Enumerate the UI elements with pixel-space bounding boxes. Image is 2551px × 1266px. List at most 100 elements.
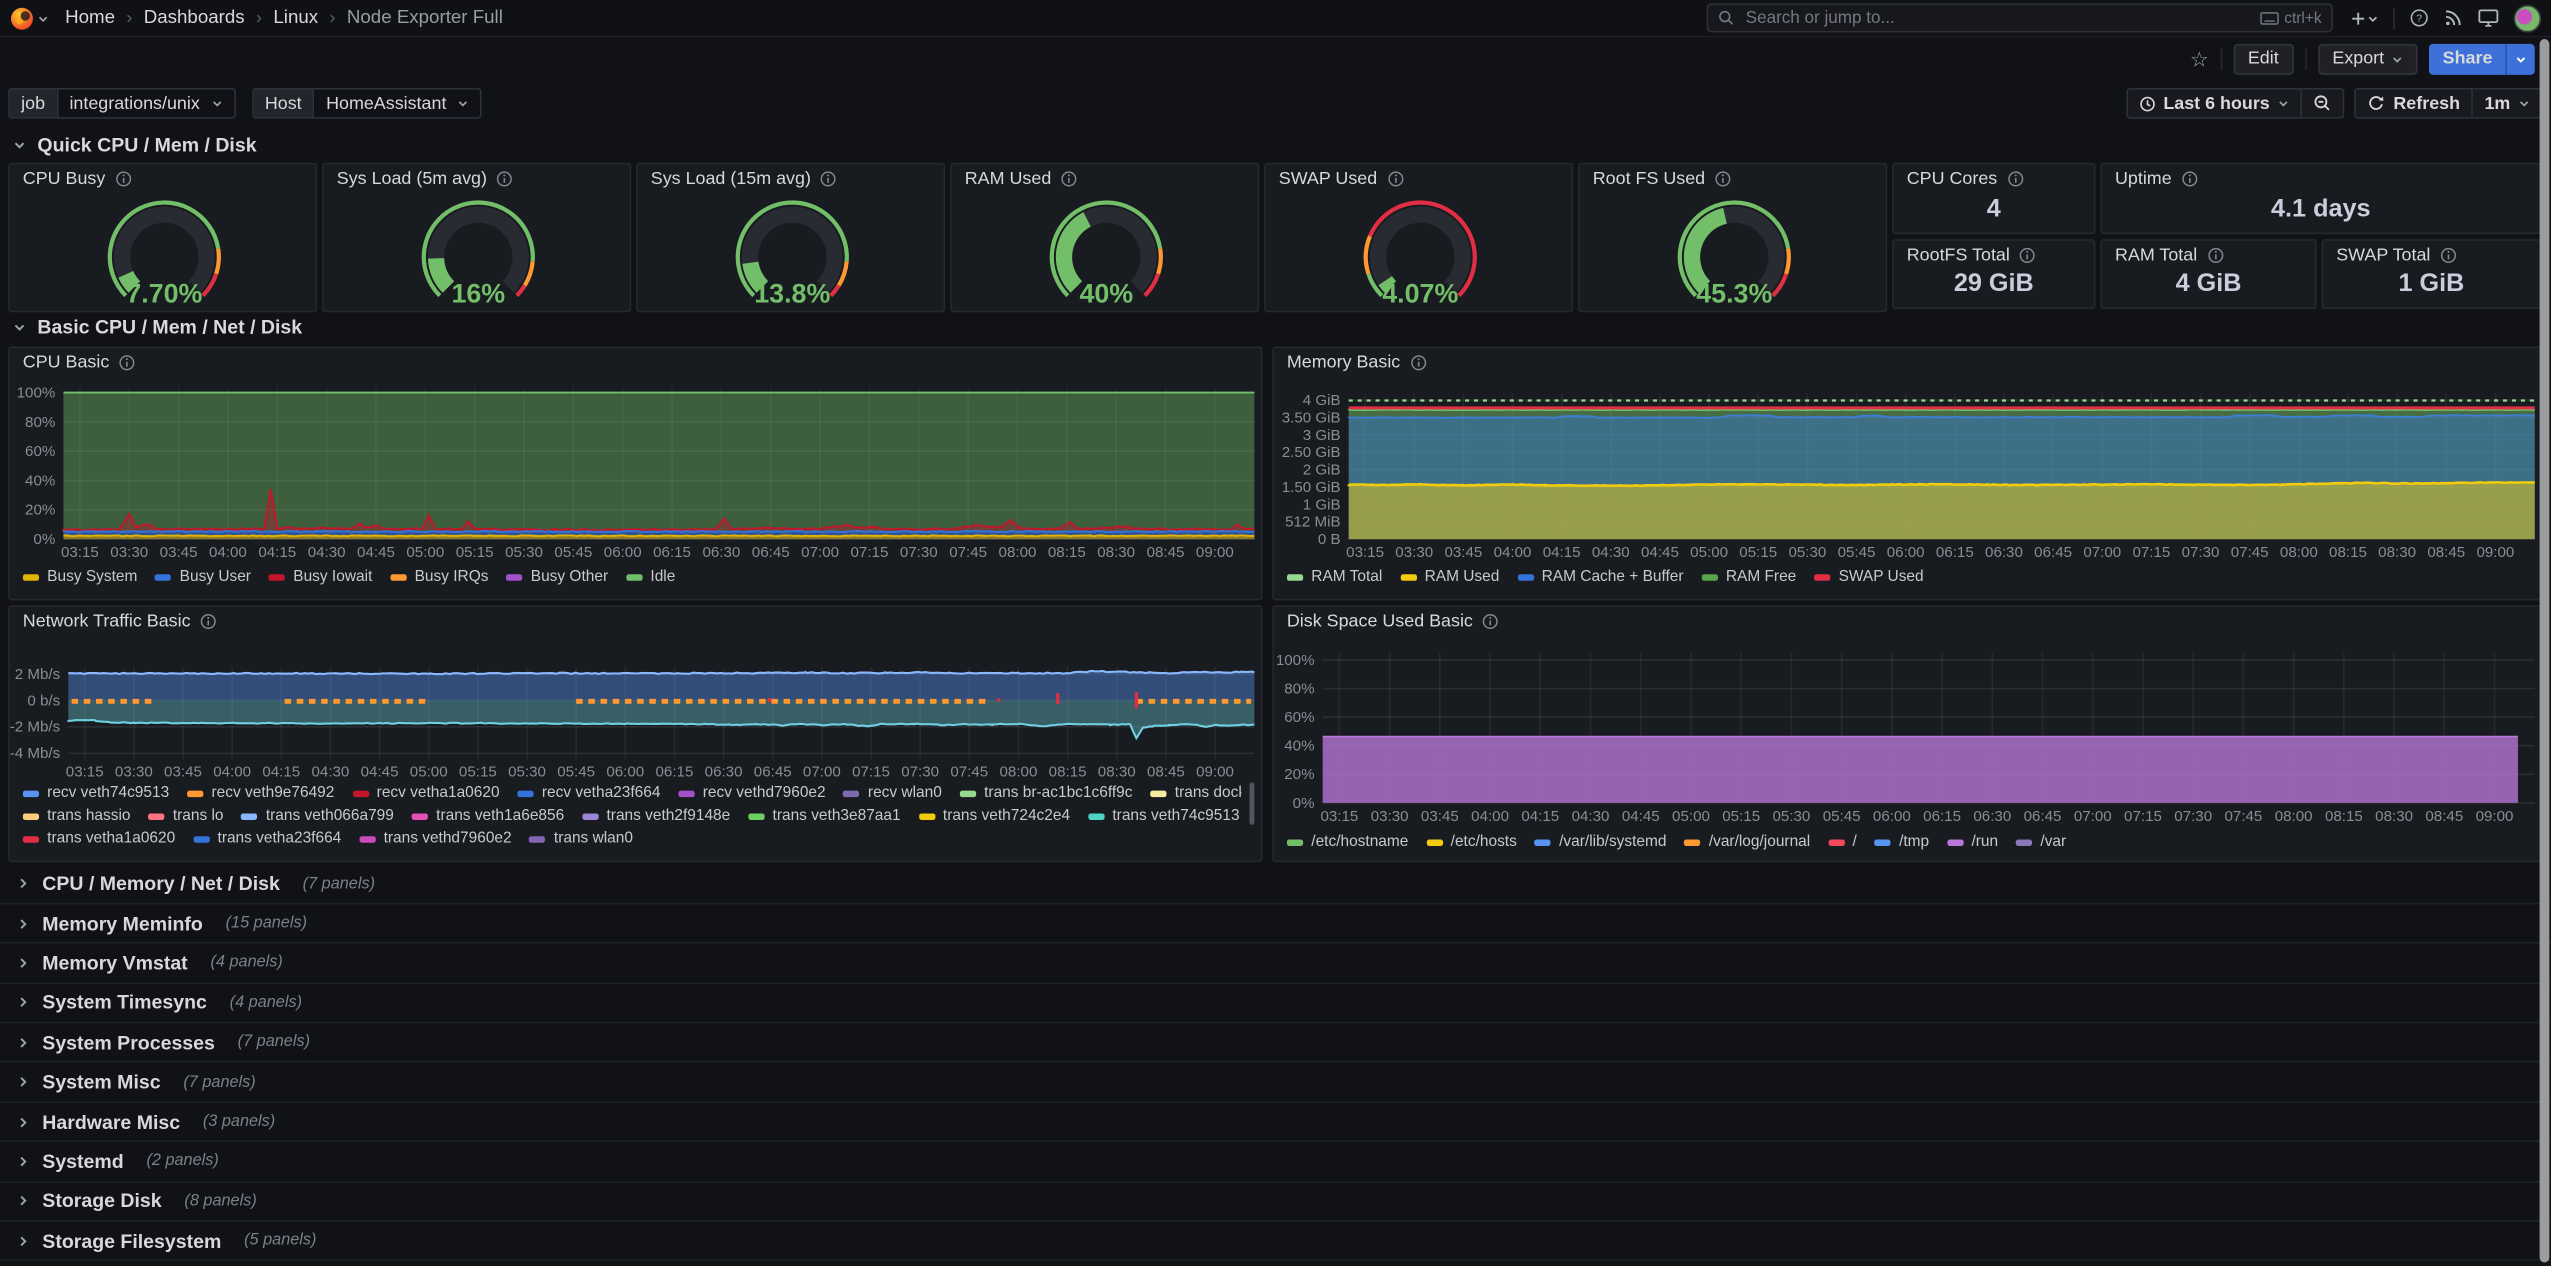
info-icon[interactable] xyxy=(119,355,135,371)
legend-item[interactable]: RAM Total xyxy=(1287,566,1382,588)
share-button[interactable]: Share xyxy=(2430,43,2506,74)
variable-value-dropdown[interactable]: HomeAssistant xyxy=(313,88,482,119)
time-range-picker[interactable]: Last 6 hours xyxy=(2126,88,2302,119)
export-button[interactable]: Export xyxy=(2318,43,2419,74)
news-icon[interactable] xyxy=(2444,8,2464,28)
chart-net-title[interactable]: Network Traffic Basic xyxy=(23,612,217,632)
legend-item[interactable]: trans br-ac1bc1c6ff9c xyxy=(960,783,1133,805)
legend-item[interactable]: recv vetha1a0620 xyxy=(352,783,499,805)
collapsed-row-hardware-misc[interactable]: Hardware Misc(3 panels) xyxy=(0,1103,2551,1143)
stat-title[interactable]: Uptime xyxy=(2115,169,2198,189)
stat-title[interactable]: RootFS Total xyxy=(1907,245,2036,265)
section-basic-cpu-mem-net-disk[interactable]: Basic CPU / Mem / Net / Disk xyxy=(0,312,2551,341)
legend-item[interactable]: /var/log/journal xyxy=(1684,831,1810,853)
chart-cpu-title[interactable]: CPU Basic xyxy=(23,353,136,373)
section-quick-cpu-mem-disk[interactable]: Quick CPU / Mem / Disk xyxy=(0,130,2551,159)
share-caret-button[interactable] xyxy=(2505,43,2534,74)
gauge-title[interactable]: Sys Load (5m avg) xyxy=(337,169,513,189)
legend-item[interactable]: Busy System xyxy=(23,566,138,588)
plot-cpu[interactable]: 0%20%40%60%80%100%03:1503:3003:4504:0004… xyxy=(10,348,1264,602)
legend-item[interactable]: trans vetha23f664 xyxy=(193,828,341,850)
help-icon[interactable]: ? xyxy=(2409,8,2429,28)
legend-item[interactable]: trans wlan0 xyxy=(530,828,633,850)
legend-item[interactable]: trans hassio xyxy=(23,805,131,827)
info-icon[interactable] xyxy=(200,613,216,629)
info-icon[interactable] xyxy=(1715,171,1731,187)
variable-value-dropdown[interactable]: integrations/unix xyxy=(56,88,235,119)
chart-disk-title[interactable]: Disk Space Used Basic xyxy=(1287,612,1499,632)
info-icon[interactable] xyxy=(115,171,131,187)
collapsed-row-system-misc[interactable]: System Misc(7 panels) xyxy=(0,1063,2551,1103)
legend-item[interactable]: Idle xyxy=(626,566,675,588)
stat-title[interactable]: CPU Cores xyxy=(1907,169,2024,189)
legend-item[interactable]: trans docker0 xyxy=(1150,783,1241,805)
legend-item[interactable]: Busy Iowait xyxy=(269,566,372,588)
legend-item[interactable]: /etc/hostname xyxy=(1287,831,1408,853)
breadcrumb-item-dashboards[interactable]: Dashboards xyxy=(144,8,245,28)
collapsed-row-storage-disk[interactable]: Storage Disk(8 panels) xyxy=(0,1182,2551,1222)
search-bar[interactable]: ctrl+k xyxy=(1707,3,2333,32)
user-avatar[interactable] xyxy=(2514,4,2542,32)
legend-item[interactable]: Busy User xyxy=(155,566,251,588)
gauge-title[interactable]: RAM Used xyxy=(965,169,1078,189)
legend-item[interactable]: recv veth74c9513 xyxy=(23,783,169,805)
legend-item[interactable]: /run xyxy=(1947,831,1998,853)
legend-item[interactable]: / xyxy=(1828,831,1857,853)
legend-item[interactable]: recv veth9e76492 xyxy=(187,783,334,805)
legend-item[interactable]: SWAP Used xyxy=(1814,566,1923,588)
legend-scrollbar[interactable] xyxy=(1249,783,1254,825)
breadcrumb-item-node-exporter-full[interactable]: Node Exporter Full xyxy=(347,8,503,28)
legend-item[interactable]: trans vethd7960e2 xyxy=(359,828,511,850)
kiosk-monitor-icon[interactable] xyxy=(2478,8,2499,28)
legend-item[interactable]: /tmp xyxy=(1875,831,1929,853)
legend-item[interactable]: Busy Other xyxy=(506,566,608,588)
collapsed-row-memory-meminfo[interactable]: Memory Meminfo(15 panels) xyxy=(0,904,2551,944)
legend-item[interactable]: recv vetha23f664 xyxy=(517,783,660,805)
refresh-button[interactable]: Refresh xyxy=(2354,88,2473,119)
info-icon[interactable] xyxy=(2020,246,2036,262)
refresh-interval-picker[interactable]: 1m xyxy=(2473,88,2543,119)
edit-button[interactable]: Edit xyxy=(2233,43,2293,74)
info-icon[interactable] xyxy=(1387,171,1403,187)
breadcrumb-item-home[interactable]: Home xyxy=(65,8,115,28)
legend-item[interactable]: /var xyxy=(2016,831,2066,853)
legend-item[interactable]: RAM Cache + Buffer xyxy=(1517,566,1683,588)
info-icon[interactable] xyxy=(1483,613,1499,629)
gauge-title[interactable]: CPU Busy xyxy=(23,169,132,189)
legend-item[interactable]: recv wlan0 xyxy=(844,783,942,805)
gauge-title[interactable]: SWAP Used xyxy=(1279,169,1404,189)
chart-mem-title[interactable]: Memory Basic xyxy=(1287,353,1426,373)
info-icon[interactable] xyxy=(821,171,837,187)
legend-item[interactable]: trans veth74c9513 xyxy=(1088,805,1240,827)
page-scrollbar[interactable] xyxy=(2540,36,2550,1266)
plot-disk[interactable]: 0%20%40%60%80%100%03:1503:3003:4504:0004… xyxy=(1274,607,2545,863)
info-icon[interactable] xyxy=(2207,246,2223,262)
zoom-out-button[interactable] xyxy=(2302,88,2344,119)
legend-item[interactable]: trans veth066a799 xyxy=(241,805,393,827)
stat-title[interactable]: RAM Total xyxy=(2115,245,2223,265)
gauge-title[interactable]: Sys Load (15m avg) xyxy=(651,169,837,189)
info-icon[interactable] xyxy=(2181,171,2197,187)
legend-item[interactable]: trans veth1a6e856 xyxy=(412,805,564,827)
legend-item[interactable]: /var/lib/systemd xyxy=(1535,831,1667,853)
breadcrumb-item-linux[interactable]: Linux xyxy=(273,8,318,28)
search-input[interactable] xyxy=(1742,7,2251,30)
collapsed-row-storage-filesystem[interactable]: Storage Filesystem(5 panels) xyxy=(0,1222,2551,1262)
info-icon[interactable] xyxy=(497,171,513,187)
collapsed-row-cpu-memory-net-disk[interactable]: CPU / Memory / Net / Disk(7 panels) xyxy=(0,865,2551,905)
info-icon[interactable] xyxy=(1061,171,1077,187)
new-plus-button[interactable] xyxy=(2349,9,2378,27)
legend-item[interactable]: RAM Used xyxy=(1400,566,1499,588)
grafana-logo[interactable] xyxy=(10,6,49,30)
gauge-title[interactable]: Root FS Used xyxy=(1593,169,1731,189)
legend-item[interactable]: recv vethd7960e2 xyxy=(678,783,825,805)
favorite-star-icon[interactable]: ☆ xyxy=(2190,48,2209,69)
legend-item[interactable]: /etc/hosts xyxy=(1426,831,1517,853)
collapsed-row-memory-vmstat[interactable]: Memory Vmstat(4 panels) xyxy=(0,944,2551,984)
legend-item[interactable]: Busy IRQs xyxy=(390,566,488,588)
collapsed-row-system-timesync[interactable]: System Timesync(4 panels) xyxy=(0,984,2551,1024)
collapsed-row-systemd[interactable]: Systemd(2 panels) xyxy=(0,1142,2551,1182)
info-icon[interactable] xyxy=(1410,355,1426,371)
legend-item[interactable]: trans vetha1a0620 xyxy=(23,828,175,850)
collapsed-row-system-processes[interactable]: System Processes(7 panels) xyxy=(0,1023,2551,1063)
